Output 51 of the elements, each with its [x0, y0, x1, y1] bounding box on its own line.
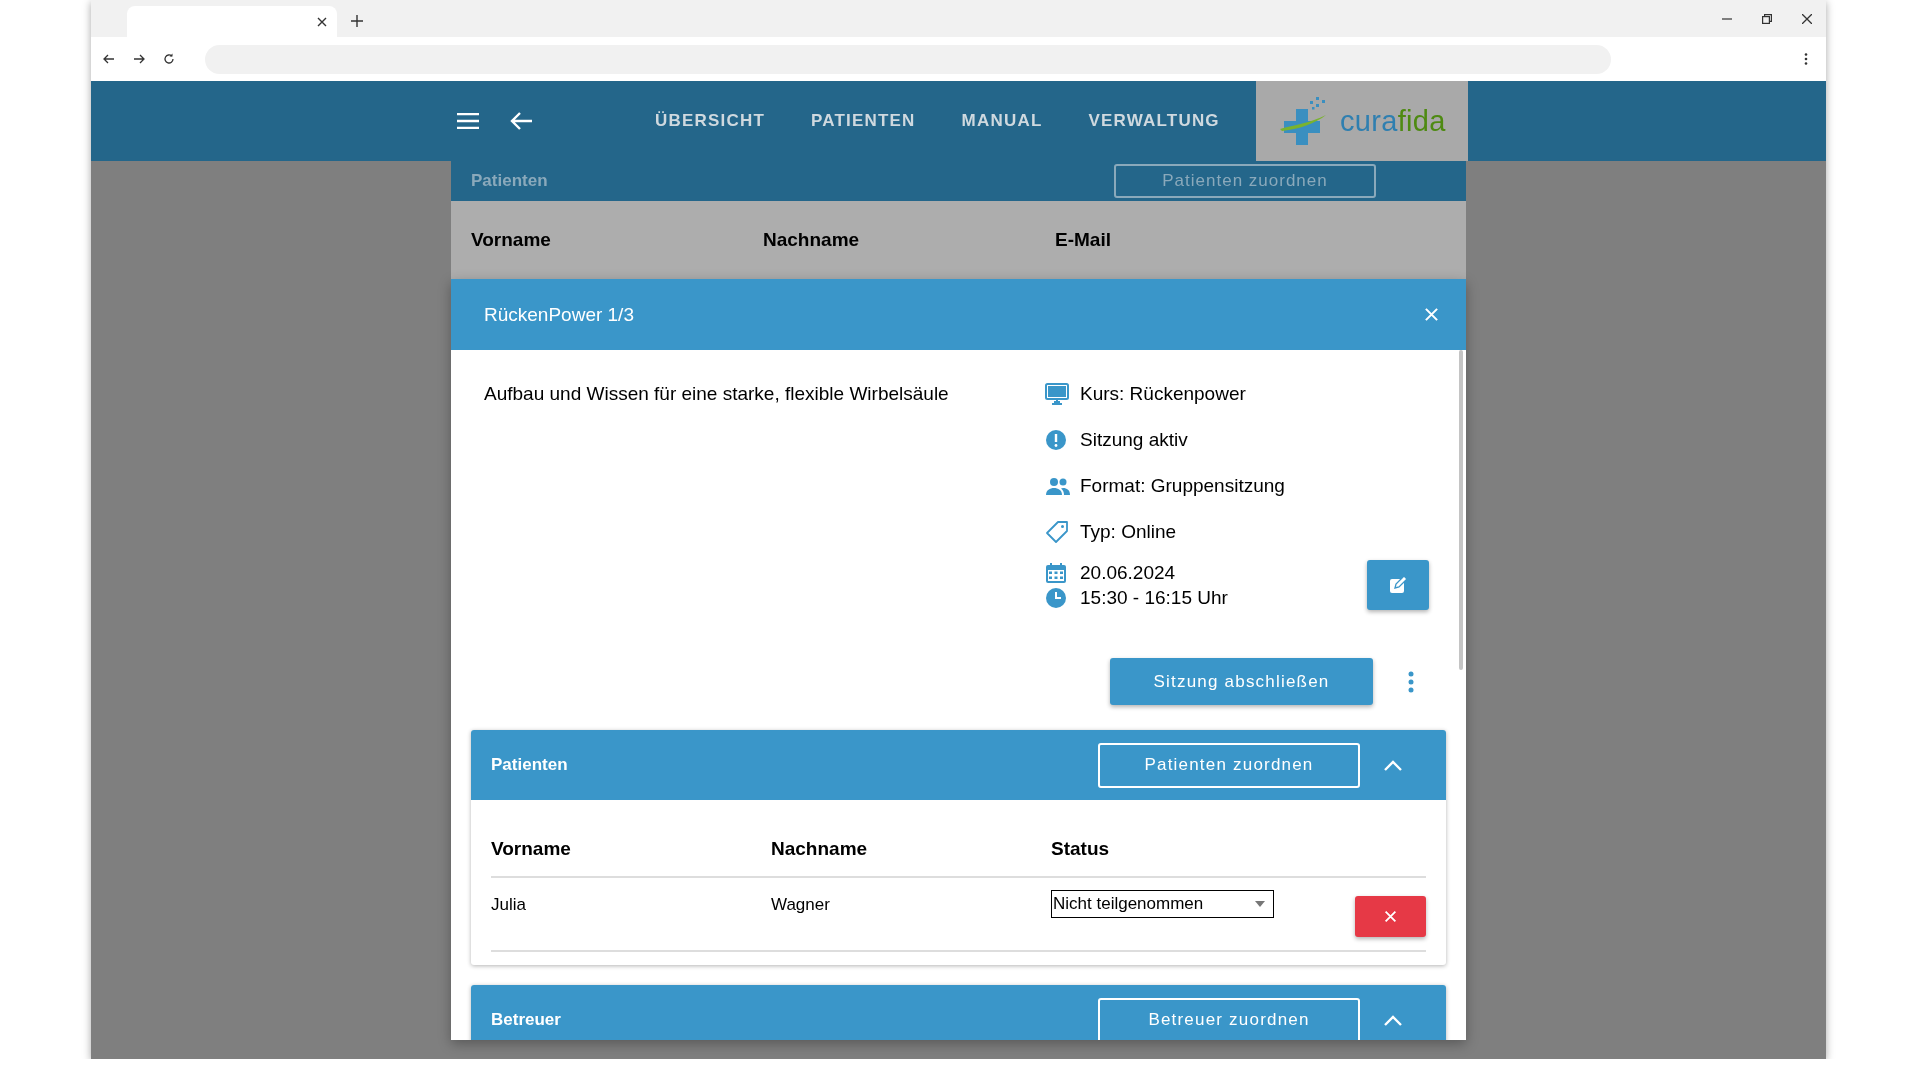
dropdown-arrow-icon: [1255, 901, 1265, 907]
section-title: Patienten: [471, 171, 548, 191]
detail-text: Kurs: Rückenpower: [1080, 383, 1246, 405]
session-time: 15:30 - 16:15 Uhr: [1080, 586, 1228, 609]
close-icon[interactable]: [317, 16, 327, 27]
reload-icon[interactable]: [163, 53, 175, 65]
section-title: Patienten: [491, 755, 568, 775]
detail-text: Sitzung aktiv: [1080, 429, 1188, 451]
more-options-icon[interactable]: [1408, 670, 1414, 693]
logo-text: curafida: [1340, 104, 1446, 138]
nav-link[interactable]: ÜBERSICHT: [655, 105, 765, 137]
forward-arrow-icon[interactable]: [133, 54, 145, 64]
browser-menu-icon[interactable]: [1804, 53, 1808, 65]
section-title: Betreuer: [491, 1010, 561, 1030]
dialog-title: RückenPower 1/3: [484, 303, 634, 326]
detail-text: Format: Gruppensitzung: [1080, 475, 1285, 497]
new-tab-icon[interactable]: [351, 15, 363, 27]
nav-link[interactable]: PATIENTEN: [811, 105, 916, 137]
people-icon: [1045, 477, 1071, 495]
assign-button[interactable]: Patienten zuordnen: [1098, 742, 1360, 788]
table-cell-text: Julia: [491, 894, 527, 916]
column-header: Status: [1051, 838, 1111, 860]
column-header: Vorname: [471, 229, 552, 251]
close-icon[interactable]: [1802, 13, 1812, 24]
calendar-icon: [1045, 561, 1067, 584]
clock-icon: [1045, 586, 1067, 609]
detail-text: Typ: Online: [1080, 521, 1177, 543]
column-header: Nachname: [771, 838, 869, 860]
column-header: E-Mail: [1055, 229, 1112, 251]
finish-session-button[interactable]: Sitzung abschließen: [1110, 658, 1373, 705]
restore-icon[interactable]: [1762, 13, 1772, 24]
column-header: Nachname: [763, 229, 861, 251]
menu-icon[interactable]: [457, 113, 479, 129]
chevron-up-icon[interactable]: [1384, 759, 1402, 771]
edit-icon: [1388, 575, 1408, 595]
description: Aufbau und Wissen für eine starke, flexible Wirbelsäule: [483, 382, 950, 405]
session-date: 20.06.2024: [1080, 561, 1177, 584]
scrollbar[interactable]: [1459, 350, 1463, 670]
nav-link[interactable]: MANUAL: [961, 105, 1043, 137]
chevron-up-icon[interactable]: [1384, 1014, 1402, 1026]
column-header: Vorname: [491, 838, 572, 860]
monitor-icon: [1045, 383, 1069, 405]
exclamation-circle-icon: [1045, 429, 1067, 451]
nav-link[interactable]: VERWALTUNG: [1088, 105, 1220, 137]
status-dropdown[interactable]: Nicht teilgenommen: [1051, 890, 1274, 918]
table-cell-text: Wagner: [771, 894, 831, 916]
assign-button[interactable]: Betreuer zuordnen: [1098, 997, 1360, 1040]
tag-icon: [1045, 520, 1069, 544]
back-arrow-icon[interactable]: [103, 54, 115, 64]
edit-button[interactable]: [1367, 560, 1429, 610]
assign-button[interactable]: Patienten zuordnen: [1114, 164, 1376, 198]
